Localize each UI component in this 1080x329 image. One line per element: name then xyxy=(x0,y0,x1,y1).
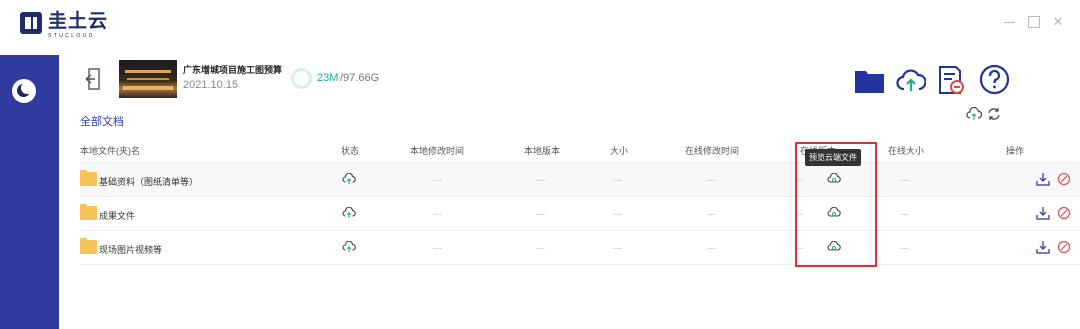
online-size: --- xyxy=(900,175,909,185)
delete-icon[interactable] xyxy=(1057,206,1071,220)
size: --- xyxy=(613,175,622,185)
online-mtime: --- xyxy=(707,175,716,185)
online-mtime: --- xyxy=(707,209,716,219)
online-size: --- xyxy=(900,243,909,253)
online-mtime: --- xyxy=(707,243,716,253)
cloud-upload-icon[interactable] xyxy=(342,241,356,253)
main-panel: 广东增城项目施工图预算 2021.10.15 23M /97.66G 全部文档 xyxy=(59,55,1080,329)
folder-icon xyxy=(80,204,97,220)
download-icon[interactable] xyxy=(1036,240,1050,254)
column-header: 状态 xyxy=(341,146,360,156)
cloud-upload-icon[interactable] xyxy=(966,107,982,121)
storage-total: /97.66G xyxy=(340,72,380,84)
local-mtime: --- xyxy=(433,243,442,253)
sidebar xyxy=(0,55,59,329)
title-bar: 圭土云 STUCLOUD ✕ xyxy=(0,0,1080,52)
column-header: 本地版本 xyxy=(524,146,561,156)
document-icon[interactable] xyxy=(938,65,964,95)
cloud-upload-icon[interactable] xyxy=(342,173,356,185)
logo-mark-icon xyxy=(20,12,42,34)
column-header: 操作 xyxy=(1006,146,1025,156)
avatar[interactable] xyxy=(12,79,36,103)
refresh-icon[interactable] xyxy=(987,107,1001,121)
project-date: 2021.10.15 xyxy=(183,79,239,91)
minimize-button[interactable] xyxy=(1004,16,1016,28)
file-name[interactable]: 现场图片视频等 xyxy=(99,243,162,256)
local-mtime: --- xyxy=(433,209,442,219)
storage-ring-icon xyxy=(291,68,312,89)
download-icon[interactable] xyxy=(1036,172,1050,186)
table-row[interactable]: 现场图片视频等 --- --- --- --- -- --- xyxy=(80,231,1080,265)
column-header: 在线修改时间 xyxy=(685,146,740,156)
logo-title: 圭土云 xyxy=(48,11,109,32)
size: --- xyxy=(613,209,622,219)
folder-icon[interactable] xyxy=(854,67,885,94)
table-row[interactable]: 基础资料（图纸清单等） --- --- --- --- -- --- xyxy=(80,163,1080,197)
cloud-upload-icon[interactable] xyxy=(896,67,926,94)
project-thumbnail[interactable] xyxy=(119,60,177,98)
file-name[interactable]: 成果文件 xyxy=(99,209,135,222)
app-logo: 圭土云 STUCLOUD xyxy=(20,12,108,39)
logo-subtitle: STUCLOUD xyxy=(48,33,95,39)
local-version: --- xyxy=(536,175,545,185)
delete-icon[interactable] xyxy=(1057,240,1071,254)
project-name: 广东增城项目施工图预算 xyxy=(183,65,283,75)
column-header: 在线大小 xyxy=(888,146,925,156)
exit-door-icon[interactable] xyxy=(85,68,101,90)
table-header: 本地文件(夹)名 状态 本地修改时间 本地版本 大小 在线修改时间 在线版本 在… xyxy=(80,138,1080,163)
column-header: 本地文件(夹)名 xyxy=(80,146,140,156)
folder-icon xyxy=(80,238,97,254)
size: --- xyxy=(613,243,622,253)
online-size: --- xyxy=(900,209,909,219)
close-button[interactable]: ✕ xyxy=(1052,15,1064,28)
tooltip: 预览云端文件 xyxy=(805,149,861,166)
column-header: 本地修改时间 xyxy=(410,146,465,156)
file-table: 本地文件(夹)名 状态 本地修改时间 本地版本 大小 在线修改时间 在线版本 在… xyxy=(80,138,1080,265)
window-controls: ✕ xyxy=(1004,15,1064,28)
local-version: --- xyxy=(536,209,545,219)
local-version: --- xyxy=(536,243,545,253)
help-icon[interactable] xyxy=(979,64,1010,95)
maximize-button[interactable] xyxy=(1028,16,1040,28)
section-title: 全部文档 xyxy=(80,116,124,128)
folder-icon xyxy=(80,170,97,186)
column-header: 大小 xyxy=(610,146,629,156)
cloud-upload-icon[interactable] xyxy=(342,207,356,219)
delete-icon[interactable] xyxy=(1057,172,1071,186)
storage-used: 23M xyxy=(317,72,339,84)
moon-icon xyxy=(17,82,33,97)
table-row[interactable]: 成果文件 --- --- --- --- -- --- xyxy=(80,197,1080,231)
file-name[interactable]: 基础资料（图纸清单等） xyxy=(99,175,198,188)
download-icon[interactable] xyxy=(1036,206,1050,220)
local-mtime: --- xyxy=(433,175,442,185)
project-bar: 广东增城项目施工图预算 2021.10.15 23M /97.66G xyxy=(59,55,1080,103)
